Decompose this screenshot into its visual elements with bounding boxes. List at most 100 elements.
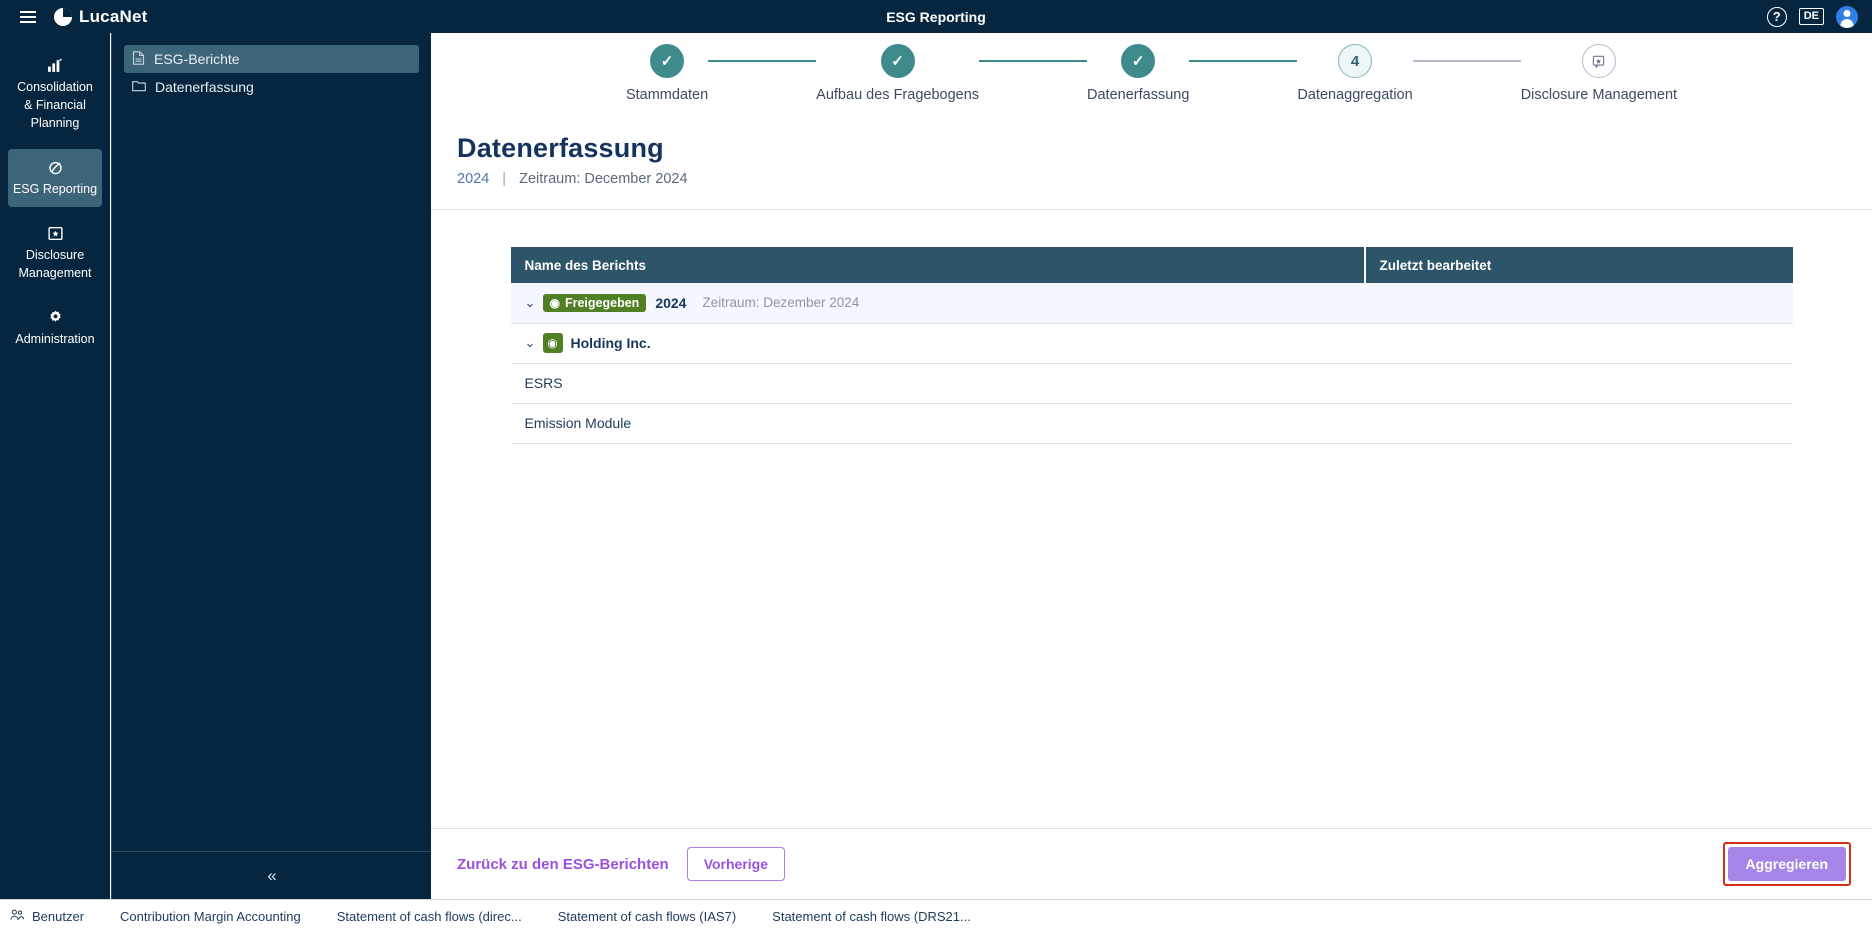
sidebar-item-label: ESG Reporting [12,182,98,196]
table-row[interactable]: Emission Module [510,403,1793,444]
sidebar-item-label: Administration [15,332,95,346]
step-datenerfassung[interactable]: ✓ Datenerfassung [1087,44,1189,103]
cell-last-edited [1364,283,1793,324]
people-icon [10,909,24,924]
avatar[interactable] [1836,5,1858,28]
step-disclosure-management[interactable]: Disclosure Management [1521,44,1677,103]
step-label: Disclosure Management [1520,87,1678,103]
sidebar-item-label: Consolidation & Financial Planning [17,80,93,130]
gear-icon [12,307,98,327]
step-connector [708,60,817,62]
navigation-tree-panel: ESG-Berichte Datenerfassung « [111,33,432,899]
title-bar: LucaNet ESG Reporting ? DE [0,0,1872,33]
cell-report-name: ESRS [510,363,1365,404]
cell-last-edited [1364,323,1793,364]
row-period: Zeitraum: Dezember 2024 [702,295,860,311]
step-label: Datenerfassung [1087,87,1190,103]
disclosure-star-icon [12,223,98,243]
status-item-contribution-margin-accounting[interactable]: Contribution Margin Accounting [102,909,319,924]
table-header-row: Name des Berichts Zuletzt bearbeitet [510,247,1793,283]
status-badge-label: Freigegeben [564,295,640,310]
step-marker-check-icon: ✓ [650,44,685,78]
brand-name: LucaNet [79,6,148,26]
hamburger-icon[interactable] [8,10,48,23]
step-marker-check-icon: ✓ [1121,44,1156,78]
step-stammdaten[interactable]: ✓ Stammdaten [626,44,708,103]
column-header-last-edited[interactable]: Zuletzt bearbeitet [1363,247,1793,283]
cell-last-edited [1364,363,1793,404]
status-item-cash-flows-direct[interactable]: Statement of cash flows (direc... [319,909,540,924]
tree-item-label: ESG-Berichte [154,51,240,67]
document-icon [132,50,145,68]
step-label: Datenaggregation [1297,87,1413,103]
step-connector [1189,60,1298,62]
step-label: Stammdaten [625,87,709,103]
previous-button[interactable]: Vorherige [686,847,786,881]
help-icon[interactable]: ? [1766,6,1787,27]
reports-table-container: Name des Berichts Zuletzt bearbeitet ⌄ ◉… [431,210,1872,444]
status-ring-icon: ◉ [547,336,558,350]
status-ring-icon: ◉ [549,295,560,310]
folder-icon [132,79,146,95]
table-row[interactable]: ESRS [510,363,1793,404]
step-connector [1412,60,1521,62]
table-row[interactable]: ⌄ ◉ Holding Inc. [510,323,1793,364]
language-selector[interactable]: DE [1798,8,1824,25]
leaf-circle-icon [12,157,98,177]
workflow-stepper: ✓ Stammdaten ✓ Aufbau des Fragebogens ✓ … [431,33,1872,117]
sidebar-item-disclosure-management[interactable]: Disclosure Management [8,215,102,291]
status-badge: ◉ [542,333,563,353]
tree-item-datenerfassung[interactable]: Datenerfassung [124,73,419,101]
column-header-name[interactable]: Name des Berichts [510,247,1365,283]
step-connector [979,60,1088,62]
cell-report-name: ⌄ ◉ Freigegeben 2024 Zeitraum: Dezember … [510,283,1365,324]
step-marker-number: 4 [1338,44,1373,78]
step-datenaggregation[interactable]: 4 Datenaggregation [1297,44,1413,103]
step-aufbau-des-fragebogens[interactable]: ✓ Aufbau des Fragebogens [816,44,979,103]
sidebar-item-esg-reporting[interactable]: ESG Reporting [8,149,102,207]
page-title: Datenerfassung [457,133,664,163]
status-bar: Benutzer Contribution Margin Accounting … [0,899,1872,932]
main-content: ✓ Stammdaten ✓ Aufbau des Fragebogens ✓ … [431,33,1872,899]
collapse-panel-button[interactable]: « [112,851,432,899]
status-item-benutzer[interactable]: Benutzer [0,909,102,924]
step-marker-disclosure-icon [1581,44,1616,78]
action-bar: Zurück zu den ESG-Berichten Vorherige Ag… [431,828,1872,899]
module-rail: Consolidation & Financial Planning ESG R… [0,33,110,899]
cell-report-name: ⌄ ◉ Holding Inc. [510,323,1365,364]
cell-report-name: Emission Module [510,403,1365,444]
status-badge: ◉ Freigegeben [542,293,647,312]
table-body: ⌄ ◉ Freigegeben 2024 Zeitraum: Dezember … [510,283,1793,444]
status-item-cash-flows-ias7[interactable]: Statement of cash flows (IAS7) [540,909,754,924]
aggregate-button-wrapper: Aggregieren [1722,842,1851,886]
page-subtitle: 2024 | Zeitraum: December 2024 [457,171,1872,187]
step-marker-check-icon: ✓ [880,44,915,78]
row-entity-name: Holding Inc. [570,335,651,351]
page-header: Datenerfassung 2024 | Zeitraum: December… [431,117,1872,187]
row-year: 2024 [655,294,687,311]
sidebar-item-label: Disclosure Management [18,248,92,280]
app-title: ESG Reporting [886,8,986,25]
brand-logo: LucaNet [54,7,147,27]
status-item-cash-flows-drs21[interactable]: Statement of cash flows (DRS21... [754,909,989,924]
chevron-down-icon[interactable]: ⌄ [525,295,543,311]
bar-chart-icon [12,55,98,75]
reports-table: Name des Berichts Zuletzt bearbeitet ⌄ ◉… [510,247,1793,444]
sidebar-item-consolidation-financial-planning[interactable]: Consolidation & Financial Planning [8,47,102,141]
chevron-double-left-icon: « [267,865,277,885]
sidebar-item-administration[interactable]: Administration [8,299,102,357]
lucanet-mark-icon [54,7,72,26]
status-item-label: Benutzer [32,908,85,924]
table-row[interactable]: ⌄ ◉ Freigegeben 2024 Zeitraum: Dezember … [510,283,1793,324]
aggregate-button[interactable]: Aggregieren [1727,847,1846,881]
page-period: Zeitraum: December 2024 [519,171,688,187]
titlebar-actions: ? DE [1766,5,1858,28]
cell-last-edited [1364,403,1793,444]
page-separator: | [502,171,507,187]
tree-item-esg-berichte[interactable]: ESG-Berichte [124,45,419,73]
tree-item-label: Datenerfassung [155,79,254,95]
back-to-esg-reports-link[interactable]: Zurück zu den ESG-Berichten [457,856,669,873]
step-label: Aufbau des Fragebogens [816,87,980,103]
chevron-down-icon[interactable]: ⌄ [525,335,543,351]
table-head: Name des Berichts Zuletzt bearbeitet [510,247,1793,283]
